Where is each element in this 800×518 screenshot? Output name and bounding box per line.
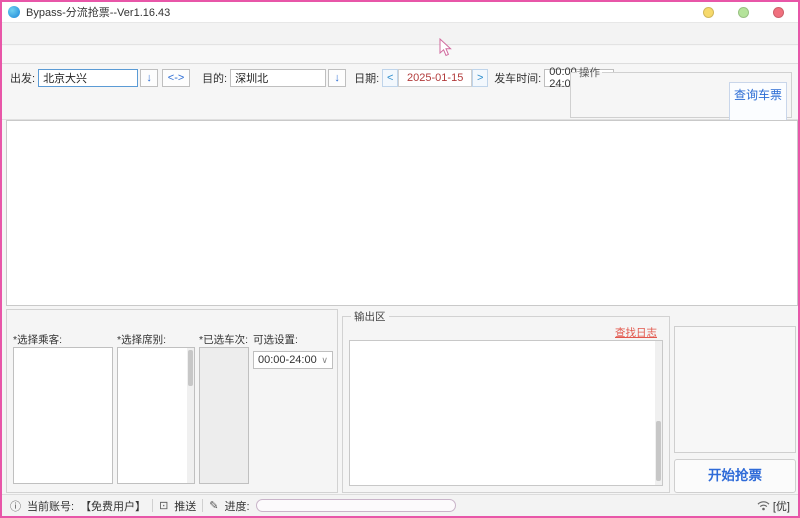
from-input[interactable]: 北京大兴	[38, 68, 139, 87]
log-scrollbar[interactable]	[655, 341, 662, 485]
chevron-down-icon: ∨	[321, 354, 328, 365]
title-bar: Bypass-分流抢票--Ver1.16.43	[2, 2, 798, 22]
query-tickets-button[interactable]: 查询车票	[729, 82, 787, 122]
info-icon: ⓘ	[10, 500, 21, 513]
grab-settings-tabs	[7, 310, 337, 327]
search-form: 出发: 北京大兴 ↓ <-> 目的: 深圳北 ↓ 日期: < 2025-01-1…	[2, 65, 798, 122]
mouse-cursor	[439, 38, 452, 57]
divider	[152, 499, 154, 512]
date-prev-button[interactable]: <	[382, 68, 399, 87]
seat-label: *选择席别:	[117, 334, 167, 346]
general-settings-tabs	[674, 309, 796, 326]
account-label: 当前账号:	[27, 500, 75, 513]
train-table-container	[6, 120, 798, 306]
progress-pencil-icon: ✎	[209, 500, 219, 512]
operations-group: 操作 查询车票	[570, 65, 792, 122]
output-panel: 输出区 查找日志	[342, 309, 670, 493]
to-dropdown-button[interactable]: ↓	[328, 68, 347, 87]
window-title: Bypass-分流抢票--Ver1.16.43	[26, 7, 171, 19]
push-icon: ⊡	[159, 500, 169, 512]
scrollbar-thumb[interactable]	[188, 350, 193, 386]
account-value: 【免费用户】	[80, 500, 147, 513]
window-controls	[703, 6, 792, 18]
app-window: Bypass-分流抢票--Ver1.16.43 出发: 北京大兴 ↓ <-> 目…	[0, 0, 800, 518]
start-grab-button[interactable]: 开始抢票	[674, 459, 796, 493]
seat-list[interactable]	[117, 347, 195, 484]
net-quality: [优]	[772, 500, 790, 513]
maximize-button[interactable]	[738, 6, 749, 18]
scrollbar-thumb[interactable]	[656, 421, 661, 481]
to-input[interactable]: 深圳北	[230, 68, 327, 87]
trains-label: *已选车次:	[199, 334, 249, 346]
date-label: 日期:	[354, 72, 380, 85]
general-settings-box	[674, 326, 796, 453]
swap-stations-button[interactable]: <->	[162, 68, 191, 87]
status-bar: ⓘ 当前账号: 【免费用户】 ⊡ 推送 ✎ 进度: [优]	[2, 494, 798, 516]
progress-bar	[255, 499, 456, 512]
passenger-label: *选择乘客:	[13, 334, 63, 346]
options-label: 可选设置:	[253, 334, 298, 346]
extra-train-time-value: 00:00-24:00	[258, 354, 317, 366]
selected-trains-list[interactable]	[199, 347, 249, 484]
date-input[interactable]: 2025-01-15	[398, 68, 473, 87]
divider	[202, 499, 204, 512]
from-label: 出发:	[10, 72, 36, 85]
seat-list-scrollbar[interactable]	[187, 348, 194, 483]
general-settings-panel: 开始抢票	[674, 309, 796, 493]
operations-legend: 操作	[579, 67, 600, 79]
minimize-button[interactable]	[703, 6, 714, 18]
grab-settings-panel: *选择乘客: *选择席别: *已选车次: 可选设置: 00:00-24:00 ∨	[6, 309, 338, 493]
push-label[interactable]: 推送	[174, 498, 196, 514]
depart-time-label: 发车时间:	[494, 72, 542, 85]
date-next-button[interactable]: >	[472, 68, 489, 87]
app-logo-icon	[8, 6, 20, 18]
extra-train-time-select[interactable]: 00:00-24:00 ∨	[253, 351, 333, 369]
progress-label: 进度:	[224, 500, 250, 513]
output-legend: 输出区	[354, 311, 386, 323]
passenger-list[interactable]	[13, 347, 113, 484]
find-log-link[interactable]: 查找日志	[613, 325, 659, 340]
close-button[interactable]	[773, 6, 784, 18]
toolbar	[2, 22, 798, 45]
from-dropdown-button[interactable]: ↓	[140, 68, 159, 87]
wifi-icon	[757, 501, 770, 511]
page-tabs	[2, 46, 798, 64]
to-label: 目的:	[202, 72, 228, 85]
log-output[interactable]	[349, 340, 663, 486]
